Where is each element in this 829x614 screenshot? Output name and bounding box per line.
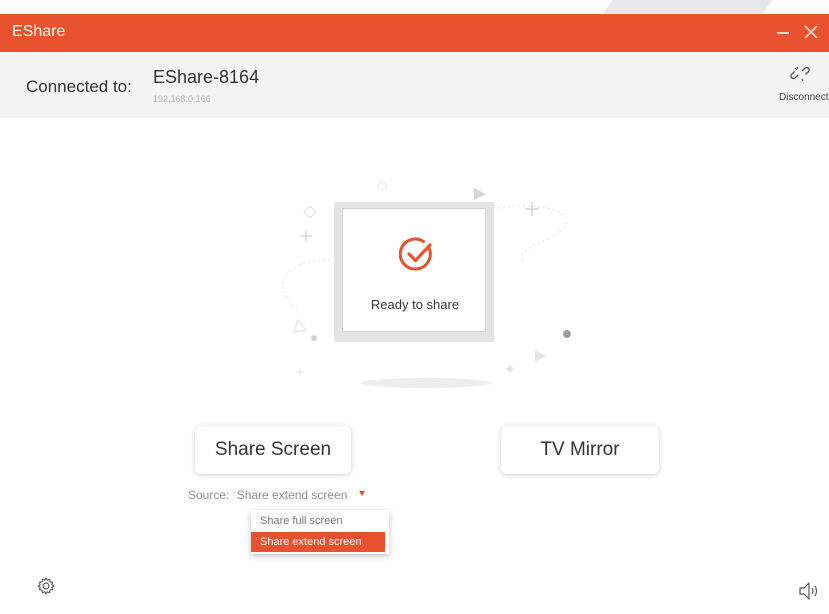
check-circle-icon	[399, 237, 432, 271]
speaker-icon	[799, 582, 818, 600]
window-title: EShare	[12, 23, 66, 40]
disconnect-button[interactable]: Disconnect	[769, 62, 829, 110]
disconnect-label: Disconnect	[779, 92, 829, 103]
ready-illustration: Ready to share	[270, 160, 590, 400]
sound-button[interactable]	[797, 580, 823, 602]
source-label: Source:	[188, 488, 230, 502]
close-button[interactable]	[799, 20, 823, 44]
ready-status-text: Ready to share	[370, 297, 460, 312]
close-icon	[804, 25, 818, 39]
source-select[interactable]: Share extend screen	[237, 488, 348, 502]
minimize-button[interactable]	[771, 20, 795, 44]
title-bar: EShare	[0, 14, 829, 52]
share-screen-button[interactable]: Share Screen	[195, 426, 351, 474]
chevron-down-icon[interactable]	[358, 491, 365, 497]
desktop-background	[0, 0, 829, 16]
source-dropdown: Share full screen Share extend screen	[251, 510, 389, 554]
settings-button[interactable]	[36, 576, 56, 596]
dropdown-option-extend-screen[interactable]: Share extend screen	[251, 532, 385, 552]
unlink-icon	[790, 66, 810, 82]
dropdown-option-full-screen[interactable]: Share full screen	[251, 511, 385, 531]
monitor-graphic: Ready to share	[334, 202, 494, 342]
monitor-shadow	[360, 378, 492, 388]
device-name: EShare-8164	[153, 67, 260, 87]
connection-header: Connected to: EShare-8164 192.168.0.166 …	[0, 52, 829, 118]
ip-address: 192.168.0.166	[153, 94, 211, 104]
tv-mirror-button[interactable]: TV Mirror	[501, 426, 659, 474]
monitor-screen: Ready to share	[342, 208, 486, 332]
gear-icon	[37, 577, 55, 595]
source-selector: Source: Share extend screen	[188, 488, 365, 502]
eshare-window: EShare Connected to: EShare-8164 192.168…	[0, 14, 829, 614]
connected-to-label: Connected to:	[26, 77, 132, 96]
